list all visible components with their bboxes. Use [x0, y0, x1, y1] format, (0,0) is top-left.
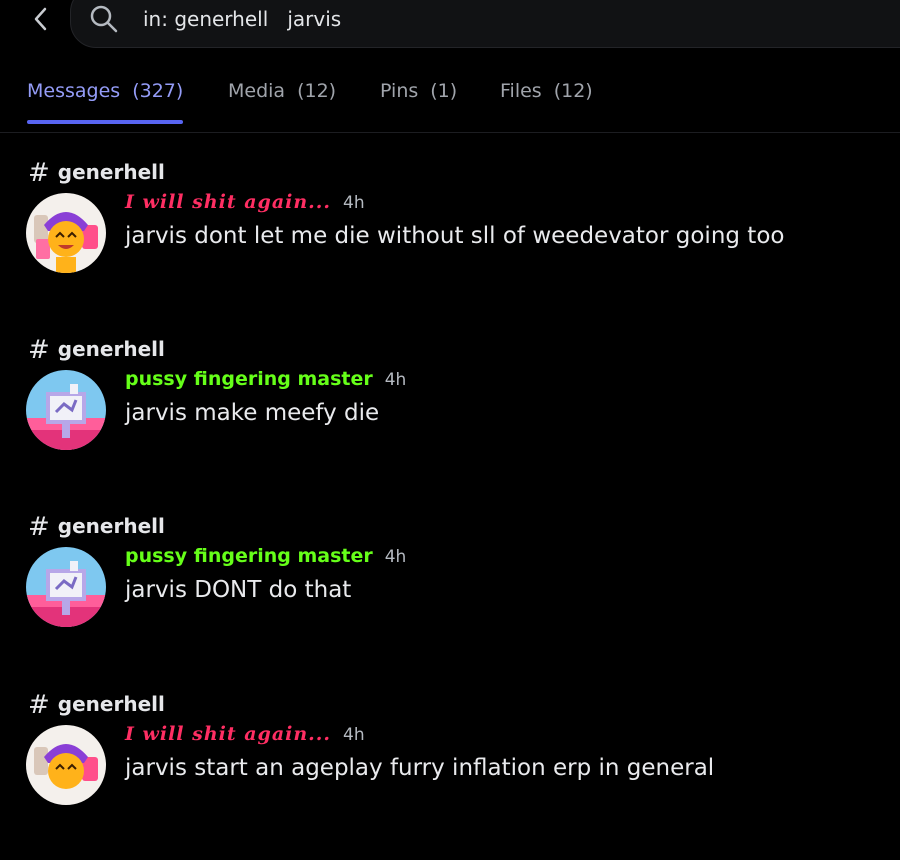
search-icon [90, 5, 118, 33]
channel-label[interactable]: # generhell [28, 512, 165, 542]
timestamp: 4h [343, 193, 365, 213]
hashtag-icon: # [28, 512, 50, 542]
pixel-tv-character-avatar [26, 370, 106, 450]
purple-hair-character-avatar [26, 193, 106, 273]
channel-name: generhell [57, 160, 165, 184]
tab-count: (12) [553, 80, 593, 102]
author-name[interactable]: I will shit again... [125, 191, 331, 213]
avatar[interactable] [26, 725, 106, 805]
channel-name: generhell [57, 514, 165, 538]
timestamp: 4h [384, 547, 407, 567]
back-button[interactable] [26, 4, 56, 34]
channel-label[interactable]: # generhell [28, 158, 165, 188]
search-bar[interactable]: in: generhell jarvis [70, 0, 900, 48]
search-result[interactable]: # generhell I will shit again... 4h jarvis… [0, 690, 900, 860]
hashtag-icon: # [28, 335, 50, 365]
author-name[interactable]: pussy fingering master [125, 545, 373, 567]
tab-pins[interactable]: Pins (1) [380, 80, 457, 126]
search-result[interactable]: # generhell I will shit again... 4h jarvis… [0, 158, 900, 328]
message-header: I will shit again... 4h [125, 723, 365, 745]
message-header: I will shit again... 4h [125, 191, 365, 213]
tab-files[interactable]: Files (12) [500, 80, 593, 126]
purple-hair-character-avatar [26, 725, 106, 805]
author-name[interactable]: pussy fingering master [125, 368, 373, 390]
result-tabs: Messages (327) Media (12) Pins (1) Files (12… [0, 70, 900, 133]
channel-name: generhell [57, 692, 165, 716]
timestamp: 4h [343, 725, 365, 745]
channel-name: generhell [57, 337, 165, 361]
tab-label: Files [500, 80, 542, 102]
search-result[interactable]: # generhell pussy fingering master 4h jarv… [0, 335, 900, 505]
tab-messages[interactable]: Messages (327) [27, 80, 184, 126]
message-content: jarvis make meefy die [125, 400, 380, 426]
avatar[interactable] [26, 547, 106, 627]
message-content: jarvis dont let me die without sll of we… [125, 223, 785, 249]
message-header: pussy fingering master 4h [125, 368, 406, 390]
tab-count: (1) [430, 80, 458, 102]
message-content: jarvis DONT do that [125, 577, 352, 603]
channel-label[interactable]: # generhell [28, 335, 165, 365]
pixel-tv-character-avatar [26, 547, 106, 627]
tab-count: (327) [132, 80, 184, 102]
timestamp: 4h [384, 370, 407, 390]
tab-label: Messages [27, 80, 121, 102]
search-query[interactable]: in: generhell jarvis [143, 7, 341, 31]
channel-label[interactable]: # generhell [28, 690, 165, 720]
tab-label: Pins [380, 80, 419, 102]
tab-count: (12) [297, 80, 337, 102]
hashtag-icon: # [28, 690, 50, 720]
avatar[interactable] [26, 193, 106, 273]
tab-media[interactable]: Media (12) [228, 80, 336, 126]
message-header: pussy fingering master 4h [125, 545, 406, 567]
author-name[interactable]: I will shit again... [125, 723, 331, 745]
avatar[interactable] [26, 370, 106, 450]
chevron-left-icon [34, 7, 47, 31]
tab-label: Media [228, 80, 286, 102]
message-content: jarvis start an ageplay furry inflation … [125, 755, 715, 781]
hashtag-icon: # [28, 158, 50, 188]
search-result[interactable]: # generhell pussy fingering master 4h jarv… [0, 512, 900, 682]
